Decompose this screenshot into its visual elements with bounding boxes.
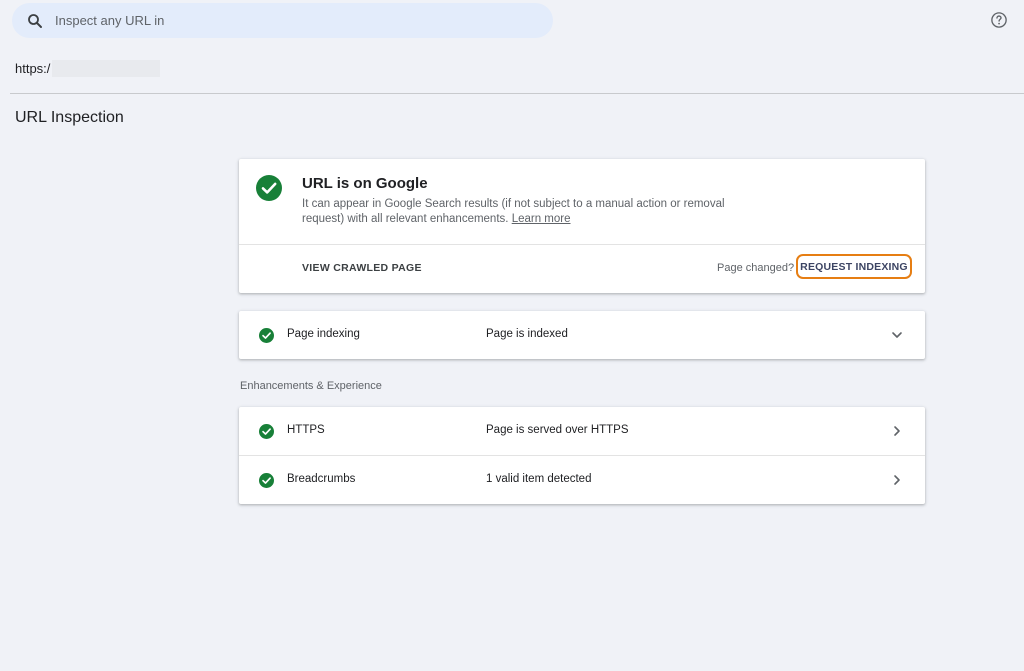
status-description: It can appear in Google Search results (… <box>302 197 742 227</box>
page-indexing-value: Page is indexed <box>486 328 568 340</box>
enhancements-heading: Enhancements & Experience <box>240 380 382 392</box>
https-value: Page is served over HTTPS <box>486 424 629 436</box>
breadcrumbs-row[interactable]: Breadcrumbs 1 valid item detected <box>239 456 925 504</box>
view-crawled-page-button[interactable]: VIEW CRAWLED PAGE <box>302 262 422 274</box>
https-row[interactable]: HTTPS Page is served over HTTPS <box>239 407 925 455</box>
redacted-url-block <box>52 60 161 77</box>
inspected-url-text: https:/ <box>15 61 51 76</box>
url-search-bar[interactable] <box>12 3 553 38</box>
page-changed-label: Page changed? <box>717 262 795 274</box>
inspected-url: https:/ <box>15 60 161 77</box>
chevron-down-icon[interactable] <box>890 328 904 342</box>
breadcrumbs-label: Breadcrumbs <box>287 473 356 485</box>
page-indexing-label: Page indexing <box>287 328 360 340</box>
check-circle-icon <box>256 175 282 201</box>
chevron-right-icon[interactable] <box>890 473 904 487</box>
check-circle-icon <box>259 473 274 488</box>
status-title: URL is on Google <box>302 175 428 192</box>
url-status-card: URL is on Google It can appear in Google… <box>239 159 925 293</box>
enhancements-card: HTTPS Page is served over HTTPS Breadcru… <box>239 407 925 504</box>
https-label: HTTPS <box>287 424 325 436</box>
card-divider <box>239 244 925 245</box>
page-indexing-row[interactable]: Page indexing Page is indexed <box>239 311 925 359</box>
learn-more-link[interactable]: Learn more <box>512 213 571 225</box>
chevron-right-icon[interactable] <box>890 424 904 438</box>
header-divider <box>10 93 1024 94</box>
breadcrumbs-value: 1 valid item detected <box>486 473 592 485</box>
check-circle-icon <box>259 424 274 439</box>
search-icon <box>28 14 42 28</box>
check-circle-icon <box>259 328 274 343</box>
url-search-input[interactable] <box>55 3 535 38</box>
request-indexing-button[interactable]: REQUEST INDEXING <box>796 254 912 279</box>
page-title: URL Inspection <box>15 109 124 126</box>
page-indexing-card: Page indexing Page is indexed <box>239 311 925 359</box>
help-icon[interactable] <box>990 11 1008 29</box>
